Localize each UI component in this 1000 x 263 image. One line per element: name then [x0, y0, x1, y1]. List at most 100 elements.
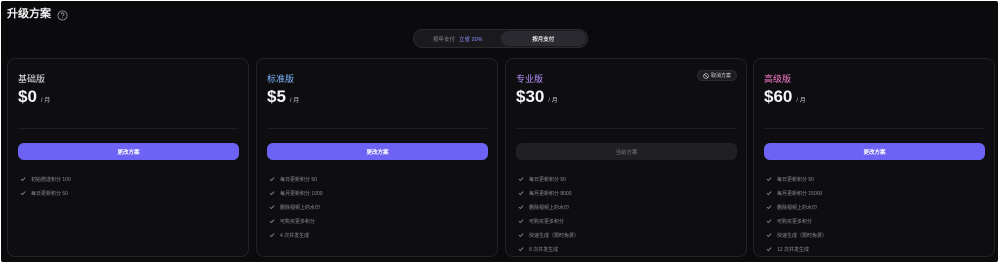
plan-name: 高级版 [764, 74, 792, 84]
check-icon [766, 176, 772, 182]
check-icon [518, 190, 524, 196]
check-icon [518, 176, 524, 182]
feature-text: 初始赠送积分 100 [31, 176, 71, 183]
feature-item: 删除视频上的水印 [766, 200, 827, 214]
price-row: $5 / 月 [267, 87, 299, 107]
check-icon [518, 246, 524, 252]
feature-item: 每日更新积分 50 [766, 172, 827, 186]
feature-text: 12 次并发生成 [777, 246, 809, 253]
check-icon [269, 176, 275, 182]
plan-cards: 基础版 $0 / 月 更改方案 初始赠送积分 100 每日更新积分 50 标准版… [7, 58, 995, 257]
price-unit: / 月 [289, 98, 300, 104]
divider [516, 128, 736, 129]
plan-card-pro: 专业版 取消方案 $30 / 月 当前方案 每日更新积分 50 每月更新积分 8… [505, 58, 747, 257]
change-plan-button[interactable]: 更改方案 [18, 143, 239, 160]
yearly-save-badge: 立省 20% [458, 36, 483, 43]
check-icon [269, 190, 275, 196]
plan-price: $0 [18, 87, 37, 106]
price-unit: / 月 [796, 98, 806, 104]
feature-list: 初始赠送积分 100 每日更新积分 50 [20, 172, 71, 200]
feature-item: 删除视频上的水印 [518, 200, 579, 214]
feature-item: 12 次并发生成 [766, 242, 827, 256]
feature-list: 每日更新积分 50 每月更新积分 15000 删除视频上的水印 可购买更多积分 … [766, 172, 827, 256]
plan-card-basic: 基础版 $0 / 月 更改方案 初始赠送积分 100 每日更新积分 50 [7, 58, 249, 257]
feature-text: 每月更新积分 8000 [529, 190, 572, 197]
feature-text: 快速生成（限时免费） [777, 232, 828, 239]
feature-item: 每月更新积分 15000 [766, 186, 827, 200]
feature-item: 每日更新积分 50 [20, 186, 71, 200]
check-icon [518, 204, 524, 210]
billing-toggle: 按年支付 立省 20% 按月支付 [413, 29, 588, 48]
change-plan-button[interactable]: 更改方案 [267, 143, 488, 160]
feature-item: 初始赠送积分 100 [20, 172, 71, 186]
feature-item: 可购买更多积分 [269, 214, 323, 228]
plan-card-premium: 高级版 $60 / 月 更改方案 每日更新积分 50 每月更新积分 15000 … [753, 58, 995, 257]
price-row: $60 / 月 [764, 87, 806, 107]
feature-text: 可购买更多积分 [280, 218, 316, 225]
toggle-yearly[interactable]: 按年支付 立省 20% [415, 31, 501, 46]
plan-name: 标准版 [267, 74, 295, 84]
yearly-label: 按年支付 [432, 36, 455, 43]
plan-name: 基础版 [18, 74, 46, 84]
cancel-plan-button[interactable]: 取消方案 [696, 70, 737, 81]
feature-item: 可购买更多积分 [766, 214, 827, 228]
feature-text: 4 次并发生成 [280, 232, 310, 239]
feature-item: 每月更新积分 8000 [518, 186, 579, 200]
feature-text: 8 次并发生成 [529, 246, 559, 253]
check-icon [269, 218, 275, 224]
change-plan-button[interactable]: 更改方案 [764, 143, 985, 160]
feature-list: 每日更新积分 50 每月更新积分 8000 删除视频上的水印 可购买更多积分 快… [518, 172, 579, 256]
current-plan-button[interactable]: 当前方案 [516, 143, 737, 160]
feature-text: 快速生成（限时免费） [529, 232, 580, 239]
feature-item: 删除视频上的水印 [269, 200, 323, 214]
check-icon [766, 190, 772, 196]
feature-item: 每日更新积分 50 [518, 172, 579, 186]
price-unit: / 月 [40, 98, 51, 104]
check-icon [518, 232, 524, 238]
divider [267, 128, 487, 129]
monthly-label: 按月支付 [532, 36, 555, 43]
question-circle-icon[interactable] [57, 8, 68, 21]
price-unit: / 月 [548, 98, 558, 104]
feature-item: 4 次并发生成 [269, 228, 323, 242]
check-icon [766, 204, 772, 210]
feature-text: 可购买更多积分 [529, 218, 565, 225]
page-title: 升级方案 [7, 8, 51, 20]
plan-price: $60 [764, 87, 793, 106]
price-row: $0 / 月 [18, 87, 50, 107]
check-icon [269, 204, 275, 210]
feature-text: 删除视频上的水印 [280, 204, 321, 211]
feature-text: 每日更新积分 50 [529, 176, 566, 183]
plan-price: $5 [267, 87, 286, 106]
feature-text: 每日更新积分 50 [280, 176, 317, 183]
divider [764, 128, 984, 129]
check-icon [20, 176, 26, 182]
feature-text: 可购买更多积分 [777, 218, 813, 225]
feature-text: 删除视频上的水印 [777, 204, 818, 211]
feature-item: 每月更新积分 1000 [269, 186, 323, 200]
feature-text: 每月更新积分 1000 [280, 190, 323, 197]
feature-list: 每日更新积分 50 每月更新积分 1000 删除视频上的水印 可购买更多积分 4… [269, 172, 323, 242]
feature-item: 快速生成（限时免费） [766, 228, 827, 242]
check-icon [518, 218, 524, 224]
header: 升级方案 [7, 5, 68, 21]
check-icon [766, 232, 772, 238]
check-icon [20, 190, 26, 196]
plan-name: 专业版 [516, 74, 544, 84]
plan-price: $30 [516, 87, 545, 106]
price-row: $30 / 月 [516, 87, 558, 107]
check-icon [269, 232, 275, 238]
toggle-monthly[interactable]: 按月支付 [500, 31, 586, 46]
feature-text: 每日更新积分 50 [777, 176, 814, 183]
feature-item: 可购买更多积分 [518, 214, 579, 228]
feature-text: 每日更新积分 50 [31, 190, 68, 197]
cancel-plan-label: 取消方案 [710, 73, 731, 79]
cancel-icon [703, 72, 709, 79]
feature-item: 8 次并发生成 [518, 242, 579, 256]
feature-item: 快速生成（限时免费） [518, 228, 579, 242]
check-icon [766, 246, 772, 252]
upgrade-plans-panel: 升级方案 按年支付 立省 20% 按月支付 基础版 $0 / 月 更改方案 初始… [1, 1, 998, 262]
feature-text: 删除视频上的水印 [529, 204, 570, 211]
feature-text: 每月更新积分 15000 [777, 190, 823, 197]
divider [18, 128, 238, 129]
